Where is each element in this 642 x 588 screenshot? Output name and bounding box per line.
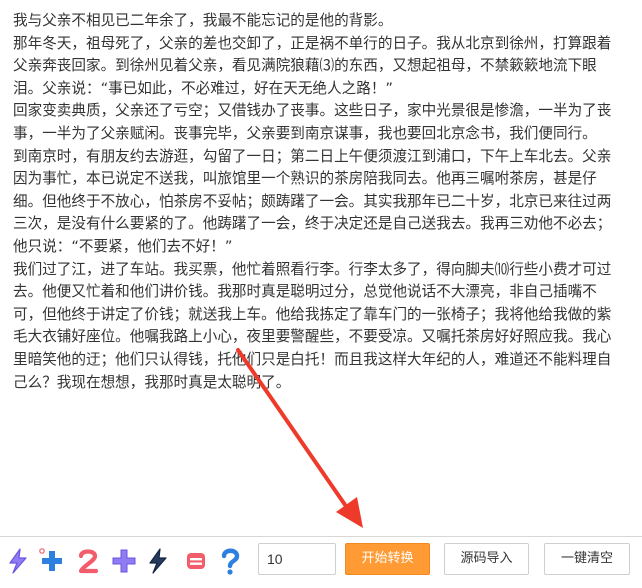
lightning-icon[interactable] bbox=[2, 545, 34, 577]
lightning-icon[interactable] bbox=[142, 545, 174, 577]
text-editor[interactable]: 我与父亲不相见已二年余了，我最不能忘记的是他的背影。 那年冬天，祖母死了，父亲的… bbox=[0, 0, 642, 536]
toolbar: 开始转换 源码导入 一键清空 bbox=[0, 536, 642, 588]
question-icon[interactable] bbox=[214, 545, 246, 577]
paragraph: 我们过了江，进了车站。我买票，他忙着照看行李。行李太多了，得向脚夫⑽行些小费才可… bbox=[13, 260, 612, 391]
plus-icon[interactable] bbox=[108, 545, 140, 577]
paragraph: 到南京时，有朋友约去游逛，勾留了一日；第二日上午便须渡江到浦口，下午上车北去。父… bbox=[13, 147, 612, 255]
paragraph: 那年冬天，祖母死了，父亲的差也交卸了，正是祸不单行的日子。我从北京到徐州，打算跟… bbox=[13, 34, 612, 97]
source-import-button[interactable]: 源码导入 bbox=[444, 543, 529, 575]
paragraph: 我与父亲不相见已二年余了，我最不能忘记的是他的背影。 bbox=[13, 12, 393, 29]
start-convert-button[interactable]: 开始转换 bbox=[345, 543, 430, 575]
paragraph: 回家变卖典质，父亲还了亏空；又借钱办了丧事。这些日子，家中光景很是惨澹，一半为了… bbox=[13, 102, 612, 142]
number-input[interactable] bbox=[258, 543, 336, 575]
plus-icon[interactable] bbox=[36, 545, 68, 577]
number-two-icon[interactable] bbox=[72, 545, 104, 577]
clear-all-button[interactable]: 一键清空 bbox=[544, 543, 630, 575]
equals-icon[interactable] bbox=[180, 545, 212, 577]
